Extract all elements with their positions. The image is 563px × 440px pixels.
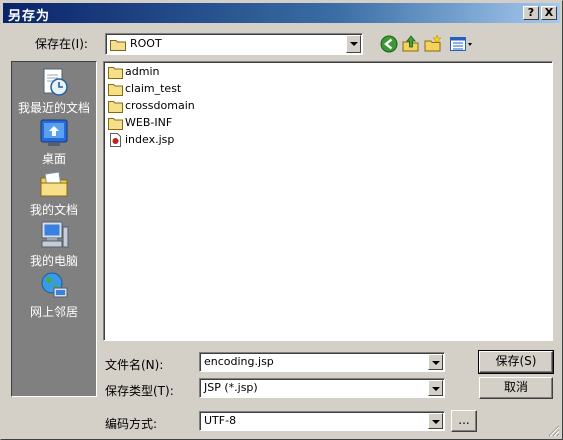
view-menu-icon[interactable] [449,34,475,54]
new-folder-icon[interactable] [423,34,443,54]
chevron-down-icon[interactable] [428,413,443,429]
filetype-value: JSP (*.jsp) [204,381,258,394]
jsp-file-icon [110,133,121,147]
file-name: crossdomain [125,99,195,112]
encoding-select[interactable]: UTF-8 [199,411,445,431]
help-button[interactable]: ? [523,6,539,20]
place-label: 桌面 [41,152,66,166]
place-my-documents[interactable]: 我的文档 [12,168,96,218]
folder-icon [110,40,126,51]
save-as-dialog: 另存为 ? X 保存在(I): ROOT 我最近的文档 桌面 我的文档 我的电脑… [0,0,563,440]
back-icon[interactable] [379,34,399,54]
my-computer-icon [41,221,69,248]
look-in-label: 保存在(I): [35,37,88,51]
network-places-icon [41,272,68,298]
file-name: admin [125,65,160,78]
file-name: WEB-INF [125,116,173,129]
encoding-value: UTF-8 [204,414,237,427]
my-documents-icon [40,171,68,197]
file-list[interactable]: admin claim_test crossdomain WEB-INF ind… [103,61,553,341]
place-network-places[interactable]: 网上邻居 [12,270,96,320]
look-in-combo[interactable]: ROOT [105,33,363,55]
title-bar[interactable]: 另存为 ? X [3,3,560,24]
encoding-label: 编码方式: [105,417,158,431]
folder-icon [108,67,123,79]
file-name: claim_test [125,82,182,95]
places-bar: 我最近的文档 桌面 我的文档 我的电脑 网上邻居 [11,61,97,397]
up-folder-icon[interactable] [401,34,421,54]
place-label: 我的电脑 [29,254,78,268]
folder-icon [108,101,123,113]
folder-icon [108,84,123,96]
resize-grip-icon[interactable] [547,424,560,437]
cancel-button[interactable]: 取消 [479,377,553,399]
filetype-label: 保存类型(T): [105,384,174,398]
place-label: 网上邻居 [29,305,78,319]
encoding-browse-button[interactable]: ... [451,410,477,432]
window-title: 另存为 [8,9,51,24]
place-label: 我最近的文档 [17,101,90,115]
place-label: 我的文档 [29,203,78,217]
place-recent-documents[interactable]: 我最近的文档 [12,66,96,116]
filename-value: encoding.jsp [204,355,274,368]
close-button[interactable]: X [541,6,557,20]
chevron-down-icon[interactable] [428,354,443,370]
recent-documents-icon [43,68,68,96]
chevron-down-icon[interactable] [346,35,361,53]
filename-label: 文件名(N): [105,358,164,372]
place-desktop[interactable]: 桌面 [12,117,96,167]
look-in-value: ROOT [130,37,162,50]
chevron-down-icon[interactable] [428,380,443,396]
filetype-select[interactable]: JSP (*.jsp) [199,378,445,398]
folder-icon [108,118,123,130]
place-my-computer[interactable]: 我的电脑 [12,219,96,269]
save-button[interactable]: 保存(S) [478,350,554,374]
file-name: index.jsp [125,133,175,146]
desktop-icon [40,119,68,146]
filename-input[interactable]: encoding.jsp [199,352,445,372]
